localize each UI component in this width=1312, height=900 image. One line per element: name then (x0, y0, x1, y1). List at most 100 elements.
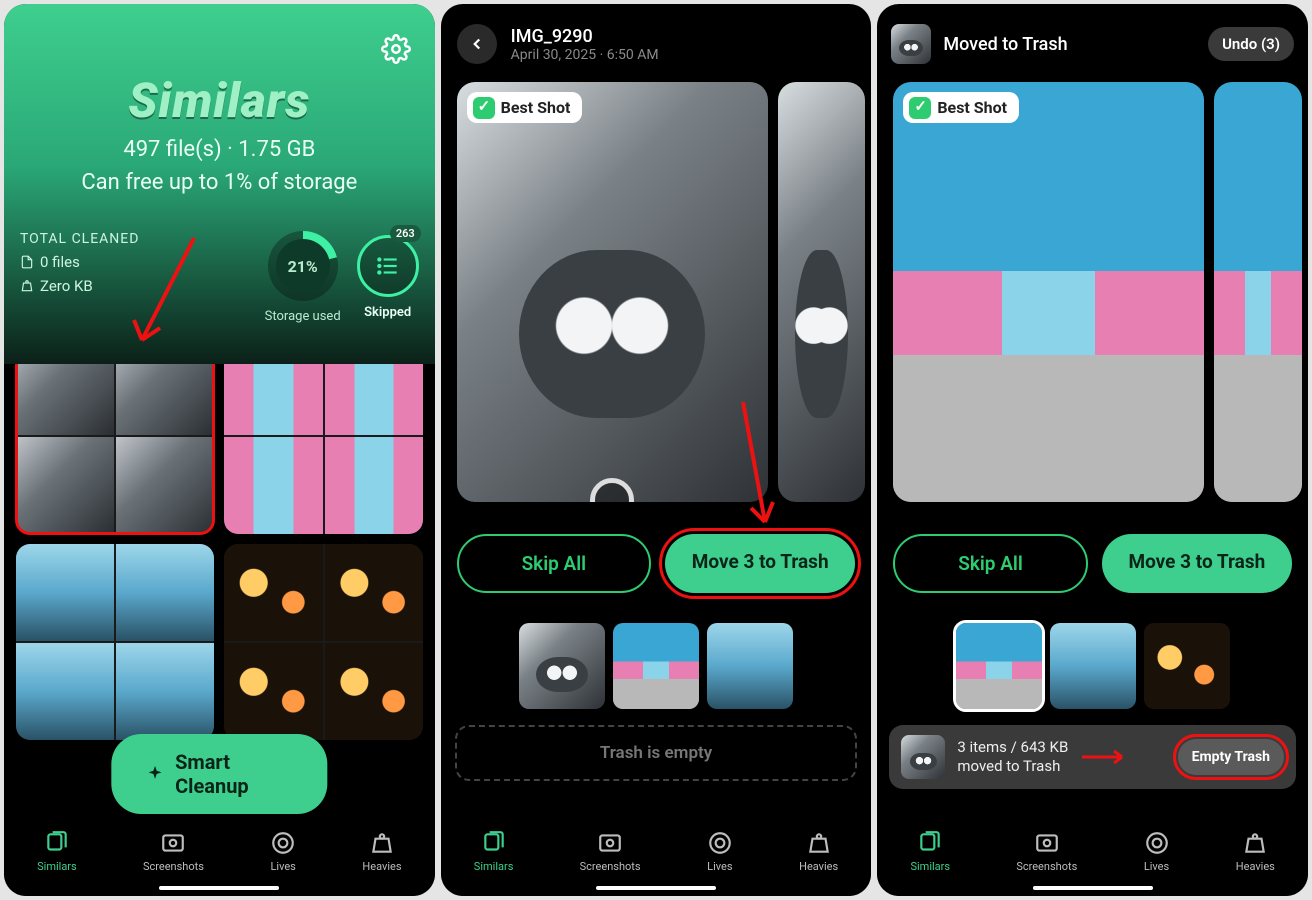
annotation-arrow-icon (1080, 750, 1130, 764)
skipped-block[interactable]: 263 Skipped (357, 231, 419, 320)
tab-heavies[interactable]: Heavies (1236, 830, 1275, 873)
moved-header: Moved to Trash Undo (3) (877, 4, 1308, 70)
thumb[interactable] (1050, 623, 1136, 709)
move-to-trash-button[interactable]: Move 3 to Trash (665, 534, 855, 593)
preview-card-next[interactable] (778, 82, 866, 502)
screen-moved: Moved to Trash Undo (3) Best Shot Skip A… (877, 4, 1308, 896)
preview-card[interactable]: Best Shot (457, 82, 768, 502)
size-cleaned: Zero KB (40, 277, 93, 295)
action-row: Skip All Move 3 to Trash (877, 502, 1308, 593)
tab-similars[interactable]: Similars (474, 830, 514, 873)
tab-similars[interactable]: Similars (910, 830, 950, 873)
tab-label: Lives (270, 860, 295, 873)
tab-bar: Similars Screenshots Lives Heavies (441, 822, 872, 896)
trash-thumb (901, 735, 945, 779)
preview-carousel[interactable]: Best Shot (893, 82, 1292, 502)
similar-group[interactable] (224, 544, 422, 740)
tab-lives[interactable]: Lives (270, 830, 296, 873)
trash-summary: 3 items / 643 KB moved to Trash (957, 738, 1068, 776)
total-cleaned-label: TOTAL CLEANED (20, 231, 249, 247)
select-toggle[interactable] (1027, 478, 1071, 502)
storage-pct: 21% (276, 239, 330, 293)
undo-button[interactable]: Undo (3) (1208, 27, 1294, 61)
tab-heavies[interactable]: Heavies (362, 830, 401, 873)
screenshots-icon (160, 830, 186, 856)
detail-header: IMG_9290 April 30, 2025 · 6:50 AM (441, 4, 872, 70)
tab-label: Screenshots (143, 860, 204, 873)
gear-icon[interactable] (381, 34, 411, 64)
skipped-label: Skipped (357, 305, 419, 320)
trash-summary-line2: moved to Trash (957, 757, 1068, 776)
trash-summary-line1: 3 items / 643 KB (957, 738, 1068, 757)
tab-bar: Similars Screenshots Lives Heavies (877, 822, 1308, 896)
file-icon (20, 255, 34, 269)
trash-status-bar: 3 items / 643 KB moved to Trash Empty Tr… (889, 725, 1296, 789)
action-row: Skip All Move 3 to Trash (441, 502, 872, 593)
tab-lives[interactable]: Lives (707, 830, 733, 873)
tab-heavies[interactable]: Heavies (799, 830, 838, 873)
back-button[interactable] (457, 24, 497, 64)
preview-card[interactable]: Best Shot (893, 82, 1204, 502)
preview-carousel[interactable]: Best Shot (457, 82, 856, 502)
tab-label: Similars (474, 860, 514, 873)
skipped-count: 263 (390, 225, 421, 242)
thumb[interactable] (1144, 623, 1230, 709)
screenshots-icon (597, 830, 623, 856)
thumb[interactable] (613, 623, 699, 709)
similars-icon (44, 830, 70, 856)
tab-label: Screenshots (580, 860, 641, 873)
tab-label: Lives (1144, 860, 1169, 873)
similar-groups-grid (4, 338, 435, 740)
files-cleaned: 0 files (40, 253, 80, 271)
tab-lives[interactable]: Lives (1144, 830, 1170, 873)
thumbnail-strip[interactable] (877, 623, 1308, 709)
lives-icon (1144, 830, 1170, 856)
tab-label: Lives (707, 860, 732, 873)
tab-similars[interactable]: Similars (37, 830, 77, 873)
screenshots-icon (1034, 830, 1060, 856)
skip-all-button[interactable]: Skip All (457, 534, 651, 593)
tab-label: Heavies (1236, 860, 1275, 873)
skip-all-button[interactable]: Skip All (893, 534, 1087, 593)
thumb[interactable] (707, 623, 793, 709)
trash-empty-strip: Trash is empty (455, 725, 858, 781)
empty-trash-button[interactable]: Empty Trash (1178, 739, 1284, 775)
tab-screenshots[interactable]: Screenshots (143, 830, 204, 873)
storage-used-block[interactable]: 21% Storage used (265, 231, 341, 324)
sparkle-icon (146, 763, 165, 785)
file-summary: 497 file(s) · 1.75 GB (20, 137, 419, 162)
select-toggle[interactable] (590, 478, 634, 502)
stats-row: TOTAL CLEANED 0 files Zero KB 21% Storag… (20, 231, 419, 324)
screen-similars: Similars 497 file(s) · 1.75 GB Can free … (4, 4, 435, 896)
chevron-left-icon (468, 35, 486, 53)
smart-cleanup-label: Smart Cleanup (175, 750, 293, 798)
tab-bar: Similars Screenshots Lives Heavies (4, 822, 435, 896)
moved-title: Moved to Trash (943, 34, 1067, 55)
tab-label: Heavies (799, 860, 838, 873)
heavies-icon (1242, 830, 1268, 856)
similars-icon (481, 830, 507, 856)
thumbnail-strip[interactable] (441, 623, 872, 709)
total-cleaned-block: TOTAL CLEANED 0 files Zero KB (20, 231, 249, 295)
similar-group[interactable] (224, 338, 422, 534)
home-indicator (159, 886, 279, 890)
tab-screenshots[interactable]: Screenshots (1016, 830, 1077, 873)
page-title: Similars (20, 72, 419, 129)
header-gradient: Similars 497 file(s) · 1.75 GB Can free … (4, 4, 435, 364)
move-to-trash-button[interactable]: Move 3 to Trash (1102, 534, 1292, 593)
preview-card-next[interactable] (1214, 82, 1302, 502)
tab-screenshots[interactable]: Screenshots (580, 830, 641, 873)
thumb[interactable] (519, 623, 605, 709)
header-thumb (891, 24, 931, 64)
tab-label: Similars (910, 860, 950, 873)
best-shot-badge: Best Shot (903, 92, 1019, 123)
image-meta: April 30, 2025 · 6:50 AM (511, 47, 659, 63)
tab-label: Screenshots (1016, 860, 1077, 873)
similar-group[interactable] (16, 544, 214, 740)
lives-icon (270, 830, 296, 856)
similar-group[interactable] (16, 338, 214, 534)
thumb[interactable] (956, 623, 1042, 709)
home-indicator (1033, 886, 1153, 890)
lives-icon (707, 830, 733, 856)
smart-cleanup-button[interactable]: Smart Cleanup (112, 734, 327, 814)
